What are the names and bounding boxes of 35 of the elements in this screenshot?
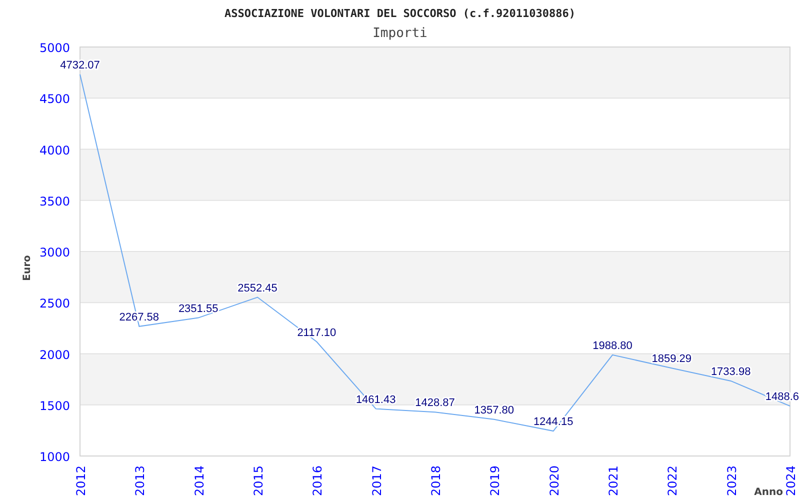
x-tick-label: 2014 (192, 465, 206, 496)
x-tick-label: 2023 (724, 465, 739, 496)
data-label: 1859.29 (652, 353, 692, 366)
data-label: 4732.07 (60, 59, 100, 72)
x-tick-label: 2020 (547, 465, 562, 496)
x-tick-label: 2012 (74, 465, 88, 496)
y-tick-label: 2500 (39, 296, 70, 311)
data-label: 1357.80 (474, 404, 514, 416)
data-label: 1488.6 (765, 391, 799, 404)
x-tick-label: 2018 (429, 465, 443, 496)
data-label: 2552.45 (238, 282, 278, 294)
data-label: 1733.98 (710, 366, 751, 378)
data-label: 1988.80 (592, 340, 632, 352)
x-tick-label: 2015 (252, 465, 266, 496)
chart-title: Importi (372, 26, 428, 41)
x-tick-label: 2021 (606, 465, 620, 496)
data-label: 1428.87 (415, 397, 455, 410)
x-tick-label: 2022 (666, 465, 680, 496)
y-tick-label: 1500 (39, 398, 70, 413)
y-tick-label: 3000 (39, 246, 70, 260)
x-axis-title: Anno (754, 487, 783, 498)
y-tick-label: 4500 (39, 92, 70, 106)
y-tick-label: 2000 (39, 348, 70, 362)
y-tick-label: 4000 (39, 143, 70, 158)
chart-heading: ASSOCIAZIONE VOLONTARI DEL SOCCORSO (c.f.92011030886) (224, 7, 576, 20)
y-tick-label: 1000 (39, 450, 70, 464)
data-label: 2351.55 (178, 302, 218, 315)
y-tick-label: 5000 (39, 41, 70, 55)
x-tick-label: 2024 (784, 465, 798, 496)
y-tick-label: 3500 (39, 194, 70, 208)
x-tick-label: 2019 (488, 465, 502, 496)
x-tick-label: 2013 (133, 465, 148, 496)
x-tick-label: 2017 (370, 465, 384, 496)
x-tick-label: 2016 (310, 465, 325, 496)
y-axis-title: Euro (22, 255, 33, 281)
